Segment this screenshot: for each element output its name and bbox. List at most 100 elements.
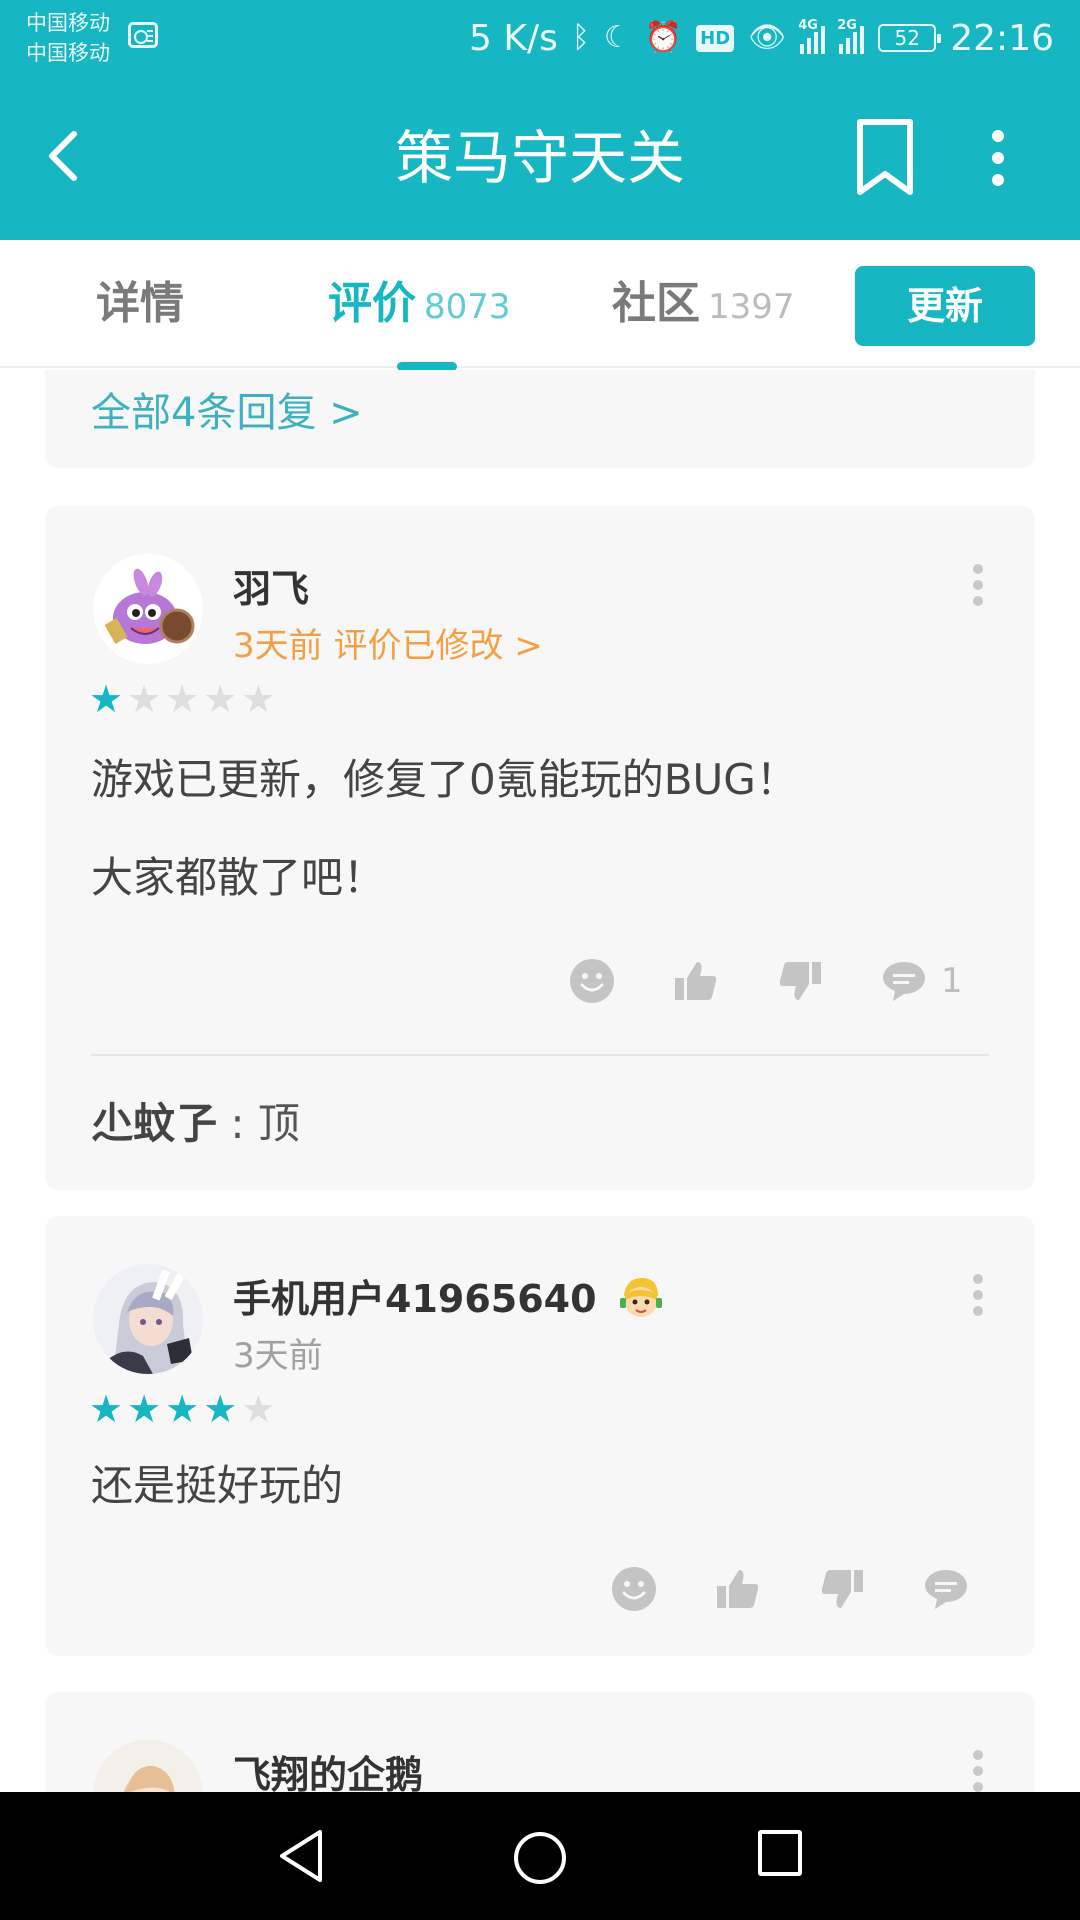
review-menu-button[interactable] [973, 564, 985, 606]
tab-community-count: 1397 [708, 287, 795, 327]
reply-preview[interactable]: 尐蚊孒 : 顶 [91, 1090, 300, 1151]
system-nav-bar [0, 1792, 1080, 1920]
dislike-button[interactable] [777, 958, 823, 1004]
status-bar: 中国移动 中国移动 5 K/s ᛒ ☾ ⏰ HD 👁 4G 2G 52 22:1… [0, 0, 1080, 76]
comment-button[interactable] [923, 1566, 969, 1612]
review-username[interactable]: 羽飞 [233, 558, 309, 613]
reply-text: 顶 [257, 1099, 300, 1148]
divider [91, 1054, 989, 1056]
review-meta[interactable]: 3天前 评价已修改 > [233, 618, 543, 667]
comment-icon [883, 962, 925, 1001]
more-vertical-icon [992, 130, 1004, 186]
hd-badge: HD [696, 24, 735, 52]
status-indicators: 5 K/s ᛒ ☾ ⏰ HD 👁 4G 2G 52 22:16 [469, 0, 1054, 76]
signal-2g-icon: 2G [837, 18, 865, 54]
user-badge-icon [619, 1278, 662, 1317]
star-filled-icon: ★ [89, 1387, 124, 1431]
comment-count: 1 [941, 961, 963, 1001]
eye-icon: 👁 [748, 20, 787, 55]
tab-reviews-label: 评价 [328, 278, 416, 329]
carrier-2: 中国移动 [26, 41, 110, 65]
rating-stars: ★ ★ ★ ★ ★ [89, 678, 275, 720]
star-empty-icon: ★ [241, 1387, 276, 1431]
emoji-button[interactable] [611, 1566, 657, 1612]
thumbs-down-icon [779, 962, 821, 1000]
avatar[interactable] [93, 1740, 203, 1792]
dislike-button[interactable] [819, 1566, 865, 1612]
like-button[interactable] [715, 1566, 761, 1612]
avatar[interactable] [93, 1264, 203, 1374]
review-card-previous: 全部4条回复 > [45, 370, 1035, 468]
nav-recents-button[interactable] [758, 1830, 802, 1876]
page-title: 策马守天关 [394, 124, 685, 192]
triangle-back-icon [280, 1830, 322, 1882]
clock: 22:16 [950, 17, 1054, 59]
network-speed: 5 K/s [469, 17, 558, 59]
thumbs-up-icon [675, 962, 717, 1000]
avatar-image [93, 1264, 203, 1374]
star-empty-icon: ★ [127, 677, 162, 721]
avatar-image [93, 1740, 203, 1792]
signal-4g-icon: 4G [798, 18, 826, 54]
review-text-line: 还是挺好玩的 [91, 1461, 344, 1510]
tab-bar: 详情 评价 8073 社区 1397 更新 [0, 240, 1080, 368]
thumbs-down-icon [821, 1570, 863, 1608]
star-filled-icon: ★ [165, 1387, 200, 1431]
emoji-button[interactable] [569, 958, 615, 1004]
update-button[interactable]: 更新 [855, 266, 1035, 346]
star-filled-icon: ★ [127, 1387, 162, 1431]
review-list[interactable]: 全部4条回复 > 羽飞 3天前 评价已修改 > ★ ★ ★ ★ ★ 游戏已更新，… [0, 370, 1080, 1792]
all-replies-link[interactable]: 全部4条回复 > [91, 380, 363, 438]
review-actions [611, 1566, 969, 1612]
alarm-icon: ⏰ [644, 20, 683, 55]
tab-details[interactable]: 详情 [96, 240, 184, 368]
thumbs-up-icon [717, 1570, 759, 1608]
review-menu-button[interactable] [973, 1750, 985, 1792]
like-button[interactable] [673, 958, 719, 1004]
radio-icon [128, 22, 158, 48]
carrier-labels: 中国移动 中国移动 [26, 8, 110, 68]
review-menu-button[interactable] [973, 1274, 985, 1316]
review-card[interactable]: 羽飞 3天前 评价已修改 > ★ ★ ★ ★ ★ 游戏已更新，修复了0氪能玩的B… [45, 506, 1035, 1190]
rating-stars: ★ ★ ★ ★ ★ [89, 1388, 275, 1430]
smiley-icon [570, 959, 614, 1003]
tab-community-label: 社区 [612, 278, 700, 329]
tab-reviews-count: 8073 [424, 287, 511, 327]
tab-details-label: 详情 [96, 278, 184, 329]
battery-icon: 52 [878, 24, 942, 52]
star-filled-icon: ★ [203, 1387, 238, 1431]
tab-community[interactable]: 社区 1397 [612, 240, 795, 368]
more-button[interactable] [978, 120, 1018, 200]
reply-username: 尐蚊孒 [91, 1099, 218, 1148]
avatar-image [93, 554, 203, 664]
bookmark-button[interactable] [852, 116, 918, 200]
avatar[interactable] [93, 554, 203, 664]
star-empty-icon: ★ [203, 677, 238, 721]
comment-icon [925, 1570, 967, 1609]
bookmark-icon [857, 119, 913, 195]
review-card[interactable]: 手机用户41965640 3天前 ★ ★ ★ ★ ★ 还是挺好玩的 [45, 1216, 1035, 1656]
nav-home-button[interactable] [514, 1832, 566, 1884]
review-username-text: 手机用户41965640 [233, 1277, 597, 1321]
review-card[interactable]: 飞翔的企鹅 [45, 1692, 1035, 1792]
review-username[interactable]: 手机用户41965640 [233, 1268, 664, 1323]
moon-icon: ☾ [603, 20, 631, 55]
review-text-line: 大家都散了吧！ [91, 853, 386, 902]
review-actions: 1 [569, 958, 963, 1004]
star-empty-icon: ★ [165, 677, 200, 721]
comment-button[interactable]: 1 [881, 958, 963, 1004]
carrier-1: 中国移动 [26, 11, 110, 35]
nav-back-button[interactable] [272, 1820, 332, 1892]
reply-separator: : [217, 1099, 258, 1148]
bluetooth-icon: ᛒ [571, 20, 590, 55]
smiley-icon [612, 1567, 656, 1611]
star-empty-icon: ★ [241, 677, 276, 721]
review-meta: 3天前 [233, 1336, 323, 1376]
signal-4g-label: 4G [798, 18, 818, 33]
star-filled-icon: ★ [89, 677, 124, 721]
tab-reviews[interactable]: 评价 8073 [328, 240, 511, 368]
signal-2g-label: 2G [837, 18, 857, 33]
review-username[interactable]: 飞翔的企鹅 [233, 1744, 423, 1792]
review-text-line: 游戏已更新，修复了0氪能玩的BUG！ [91, 755, 798, 804]
app-bar: 策马守天关 [0, 76, 1080, 240]
